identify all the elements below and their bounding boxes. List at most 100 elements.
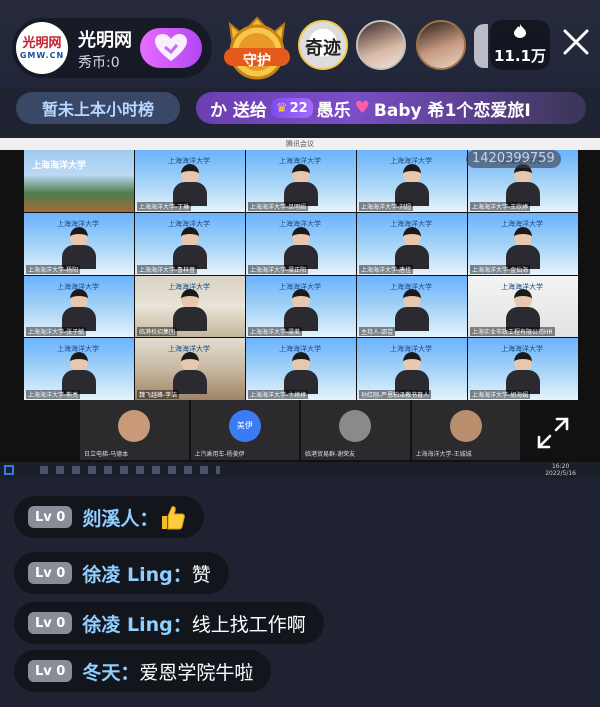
meeting-video-tile[interactable]: 上海海洋大学 孙红刚-严恩柏泽教书育人	[357, 338, 467, 400]
meeting-video-tile[interactable]: 上海海洋大学 上海海洋大学-金仙海	[468, 212, 578, 275]
hour-rank-button[interactable]: 暂未上本小时榜	[16, 92, 180, 124]
participant-name: 上海海洋大学-胡海娟	[470, 390, 531, 399]
user-level-number: 22	[289, 100, 308, 116]
gift-ticker[interactable]: か 送给 ♛ 22 愚乐 ♥ Baby 希1个恋爱旅Ⅰ	[196, 92, 586, 124]
meeting-video-tile[interactable]: 上海海洋大学 上海海洋大学-吕明娟	[246, 150, 356, 212]
meeting-video-tile[interactable]: 上海海洋大学 上海海洋大学-胡海娟	[468, 338, 578, 400]
close-button[interactable]	[558, 24, 594, 60]
participant-figure	[62, 226, 96, 269]
participant-name: 上海海洋大学-唐佳	[359, 264, 414, 274]
participant-name: 上海海洋大学-卞婷婷	[248, 390, 309, 399]
meeting-video-tile[interactable]: 上海海洋大学 上海海洋大学-杨阳	[24, 212, 134, 275]
participant-figure	[506, 289, 540, 332]
participant-figure	[62, 289, 96, 332]
participant-figure	[506, 163, 540, 206]
thumbs-up-icon	[162, 506, 186, 530]
participant-figure	[284, 289, 318, 332]
meeting-video-tile[interactable]: 上海海洋大学 上海海洋大学-鲁梓萱	[135, 212, 245, 275]
crown-icon: ♛	[275, 100, 288, 116]
meeting-thumbnail-strip: 日立电梯-马德本 美伊 上汽乘用车-杨美伊 临港贸易群-谢荣友 上海海洋大学-王城城	[80, 400, 520, 460]
participant-name: 上海海洋大学-杨阳	[26, 264, 81, 274]
live-header: 光明网 GMW.CN 光明网 秀币:0 守护 奇迹 11.1万	[0, 0, 600, 88]
meeting-video-tile[interactable]: 上海海洋大学 魏飞越峰-李洁	[135, 338, 245, 400]
participant-figure	[506, 352, 540, 394]
ticker-receiver: 愚乐	[316, 100, 351, 121]
meeting-thumbnail[interactable]: 临港贸易群-谢荣友	[301, 400, 410, 460]
meeting-video-tile[interactable]: 上海海洋大学 上海海洋大学-梁茗	[246, 275, 356, 338]
participant-name: 主持人-邵芸	[359, 327, 396, 337]
participant-name: 上海海洋大学-刘超	[359, 201, 414, 211]
participant-figure	[506, 226, 540, 269]
ticker-prefix: か 送给	[210, 100, 267, 121]
participant-name: 上海海洋大学-梁正阳	[248, 264, 309, 274]
meeting-video-tile[interactable]: 上海海洋大学 上海海洋大学-卞婷婷	[246, 338, 356, 400]
anchor-card[interactable]: 光明网 GMW.CN 光明网 秀币:0	[12, 18, 212, 78]
meeting-title-bar: 腾讯会议	[0, 138, 600, 150]
participant-figure	[284, 163, 318, 206]
participant-name: 上海实业市政工程有限公司HR	[470, 327, 555, 337]
chat-username[interactable]: 剡溪人：	[82, 504, 158, 531]
expand-icon	[537, 417, 569, 449]
participant-name: 孙红刚-严恩柏泽教书育人	[359, 390, 432, 399]
viewer-count[interactable]: 11.1万	[490, 20, 550, 70]
meeting-video-tile[interactable]: 上海海洋大学 上海海洋大学-刘超	[357, 150, 467, 212]
meeting-video-tile[interactable]: 上海海洋大学 上海海洋大学-丁琳	[135, 150, 245, 212]
meeting-thumbnail[interactable]: 美伊 上汽乘用车-杨美伊	[190, 400, 299, 460]
meeting-video-tile[interactable]: 上海海洋大学	[24, 150, 134, 212]
participant-name: 上海海洋大学-鲁梓萱	[137, 264, 198, 274]
taskbar-date: 2022/5/16	[545, 470, 576, 477]
meeting-room-id: 1420399759	[466, 150, 561, 168]
viewer-avatar[interactable]	[416, 20, 466, 70]
meeting-thumbnail[interactable]: 上海海洋大学-王城城	[411, 400, 520, 460]
participant-name: 魏飞越峰-李洁	[137, 390, 180, 399]
meeting-video-tile[interactable]: 上海海洋大学 主持人-邵芸	[357, 275, 467, 338]
guard-badge-icon	[224, 16, 290, 80]
taskbar-icons	[40, 466, 220, 474]
logo-text: 光明网	[22, 35, 62, 51]
participant-figure	[62, 352, 96, 394]
participant-avatar	[118, 410, 151, 442]
participant-figure	[395, 352, 429, 394]
participant-name: 上海海洋大学-梁茗	[248, 327, 303, 337]
participant-figure	[284, 226, 318, 269]
meeting-video-tile[interactable]: 上海海洋大学 上海海洋大学-张子毓	[24, 275, 134, 338]
follow-button[interactable]	[140, 28, 202, 68]
chat-level-badge: Lv 0	[28, 660, 73, 682]
chat-username[interactable]: 徐凌 Ling：	[82, 610, 191, 637]
participant-name: 上海海洋大学-王欣婷	[470, 201, 531, 211]
participant-name: 临港贸易群-谢荣友	[305, 451, 356, 458]
ticker-suffix: Baby 希1个恋爱旅Ⅰ	[373, 100, 531, 121]
viewer-avatar[interactable]	[356, 20, 406, 70]
chat-username[interactable]: 冬天：	[82, 658, 139, 685]
meeting-video-grid: 上海海洋大学 上海海洋大学 上海海洋大学-丁琳 上海海洋大学 上海海洋大学-吕明娟 上海海…	[24, 150, 578, 400]
participant-figure	[173, 352, 207, 394]
meeting-thumbnail[interactable]: 日立电梯-马德本	[80, 400, 189, 460]
meeting-video-tile[interactable]: 上海海洋大学 上海海洋大学-唐佳	[357, 212, 467, 275]
meeting-video-tile[interactable]: 上海海洋大学 上海实业市政工程有限公司HR	[468, 275, 578, 338]
close-icon	[563, 29, 589, 55]
meeting-video-tile[interactable]: 上海海洋大学 临港校招集团	[135, 275, 245, 338]
viewer-avatar[interactable]: 奇迹	[298, 20, 348, 70]
taskbar-time: 16:20	[551, 463, 570, 470]
chat-level-badge: Lv 0	[28, 506, 73, 528]
fire-icon	[490, 23, 550, 43]
chat-message[interactable]: Lv 0 冬天： 爱恩学院牛啦	[14, 650, 272, 692]
chat-message[interactable]: Lv 0 剡溪人：	[14, 496, 205, 538]
live-video[interactable]: 腾讯会议 上海海洋大学 上海海洋大学 上海海洋大学-丁琳 上海海洋大学 上海海洋大学-吕…	[0, 138, 600, 478]
viewer-count-number: 11.1万	[493, 47, 546, 65]
meeting-video-tile[interactable]: 上海海洋大学 上海海洋大学-熊亮	[24, 338, 134, 400]
chat-message[interactable]: Lv 0 徐凌 Ling： 线上找工作啊	[14, 602, 324, 644]
windows-icon	[4, 465, 14, 475]
chat-message[interactable]: Lv 0 徐凌 Ling： 赞	[14, 552, 229, 594]
chat-level-badge: Lv 0	[28, 612, 73, 634]
meeting-video-tile[interactable]: 上海海洋大学 上海海洋大学-梁正阳	[246, 212, 356, 275]
chat-username[interactable]: 徐凌 Ling：	[82, 560, 191, 587]
participant-figure	[395, 289, 429, 332]
viewer-avatar[interactable]	[474, 24, 488, 68]
fullscreen-button[interactable]	[530, 410, 576, 456]
participant-name: 上海海洋大学-张子毓	[26, 327, 87, 337]
guard-label: 守护	[243, 53, 271, 69]
user-level-tag: ♛ 22	[270, 98, 313, 118]
anchor-avatar[interactable]: 光明网 GMW.CN	[16, 22, 68, 74]
guard-badge[interactable]: 守护	[218, 14, 296, 84]
